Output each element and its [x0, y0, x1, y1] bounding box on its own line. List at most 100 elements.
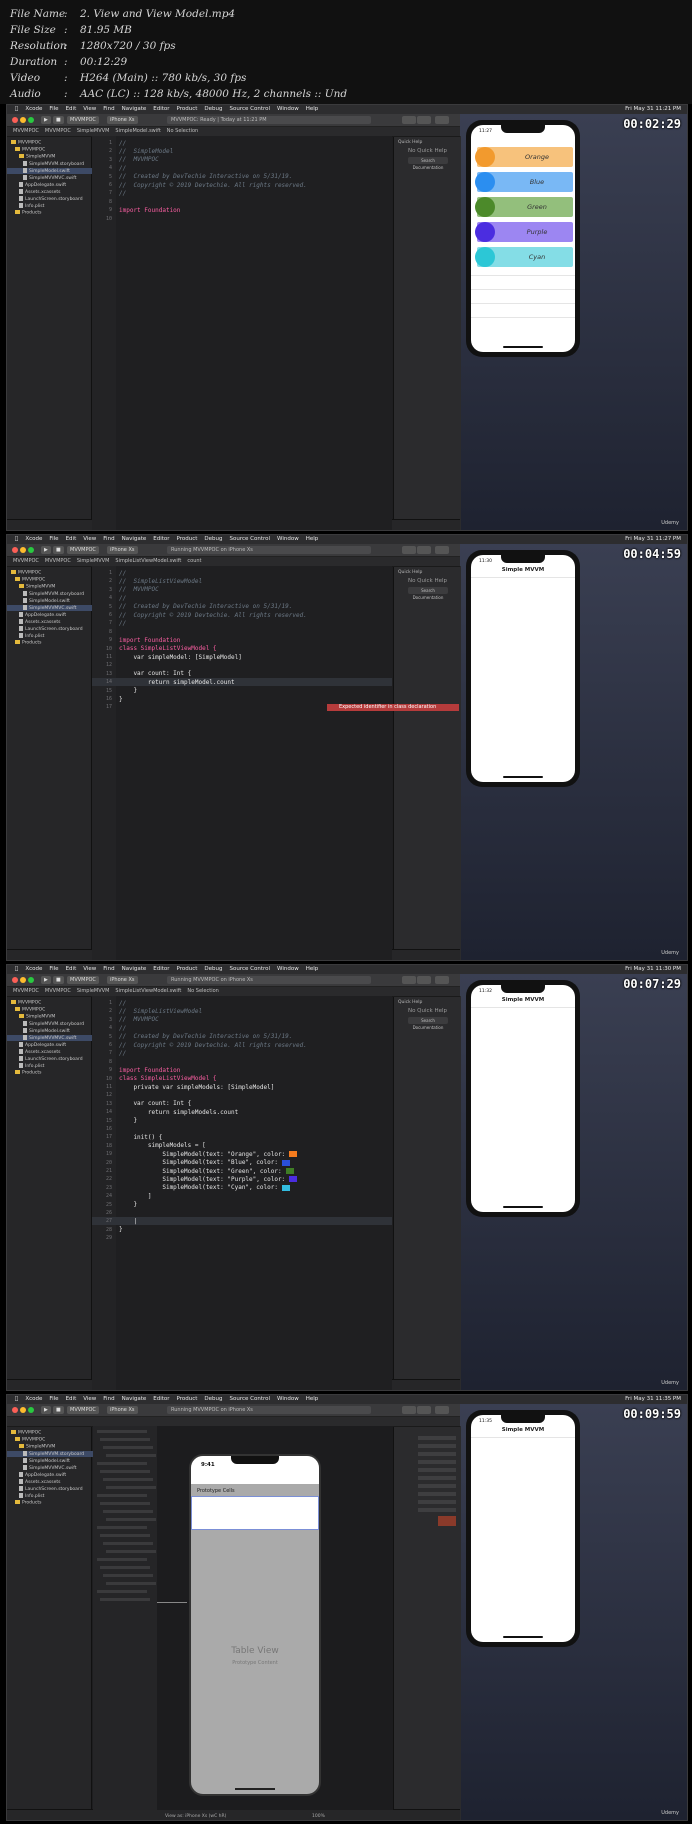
menu-item-navigate[interactable]: Navigate — [122, 1396, 147, 1402]
color-literal-swatch[interactable] — [281, 1159, 290, 1166]
run-button[interactable]: ▶ — [41, 116, 51, 124]
jump-bar-item[interactable]: MVVMPOC — [45, 558, 71, 564]
source-editor[interactable]: 1 // 2 // SimpleModel 3 // MVVMPOC 4 // 5 // Crea… — [92, 136, 392, 530]
jump-bar-item[interactable]: count — [187, 558, 201, 564]
navigator-file-item[interactable]: Assets.xcassets — [7, 189, 103, 195]
menu-item-find[interactable]: Find — [103, 966, 114, 972]
navigator-file-item[interactable]: Info.plist — [7, 633, 103, 639]
minimize-window-button[interactable] — [20, 1407, 26, 1413]
navigator-file-item[interactable]: MVVMPOC — [7, 140, 95, 146]
menu-item-view[interactable]: View — [83, 1396, 96, 1402]
menu-item-file[interactable]: File — [49, 966, 58, 972]
navigator-file-item[interactable]: Info.plist — [7, 203, 103, 209]
outline-item[interactable] — [100, 1566, 150, 1569]
menu-item-window[interactable]: Window — [277, 1396, 299, 1402]
navigator-file-item[interactable]: Info.plist — [7, 1063, 103, 1069]
device-selector[interactable]: iPhone Xs — [107, 1406, 138, 1414]
inspector-field[interactable] — [418, 1460, 456, 1464]
menu-item-file[interactable]: File — [49, 536, 58, 542]
menu-item-editor[interactable]: Editor — [153, 106, 169, 112]
navigator-file-item[interactable]: LaunchScreen.storyboard — [7, 1486, 103, 1492]
jump-bar-item[interactable]: No Selection — [187, 988, 218, 994]
outline-item[interactable] — [97, 1430, 147, 1433]
inspector-toggle-button[interactable] — [435, 116, 449, 124]
editor-mode-button[interactable] — [402, 976, 416, 984]
assistant-editor-button[interactable] — [417, 976, 431, 984]
storyboard-canvas[interactable]: 9:41 Prototype Cells Table View Prototype C… — [157, 1426, 393, 1810]
scheme-selector[interactable]: MVVMPOC — [67, 546, 99, 554]
navigator-file-item[interactable]: Products — [7, 210, 99, 216]
list-item[interactable]: Orange — [475, 147, 573, 167]
inspector-toggle-button[interactable] — [435, 1406, 449, 1414]
navigator-file-item[interactable]: MVVMPOC — [7, 1007, 99, 1013]
menu-item-xcode[interactable]: Xcode — [25, 106, 42, 112]
menu-item-find[interactable]: Find — [103, 106, 114, 112]
navigator-file-item[interactable]: LaunchScreen.storyboard — [7, 626, 103, 632]
menu-item-window[interactable]: Window — [277, 106, 299, 112]
zoom-window-button[interactable] — [28, 117, 34, 123]
navigator-file-item[interactable]: SimpleMVVM — [7, 1014, 103, 1020]
search-documentation-button[interactable]: Search Documentation — [408, 1017, 448, 1030]
outline-item[interactable] — [97, 1462, 147, 1465]
scheme-selector[interactable]: MVVMPOC — [67, 1406, 99, 1414]
navigator-file-item[interactable]: AppDelegate.swift — [7, 612, 103, 618]
editor-mode-button[interactable] — [402, 116, 416, 124]
outline-item[interactable] — [97, 1494, 147, 1497]
navigator-file-item[interactable]: SimpleMVVM.storyboard — [7, 1451, 107, 1457]
color-literal-swatch[interactable] — [281, 1184, 290, 1191]
menu-item-window[interactable]: Window — [277, 966, 299, 972]
jump-bar-item[interactable]: No Selection — [167, 128, 198, 134]
inspector-toggle-button[interactable] — [435, 546, 449, 554]
navigator-file-item[interactable]: Assets.xcassets — [7, 619, 103, 625]
menu-item-edit[interactable]: Edit — [66, 966, 77, 972]
source-editor[interactable]: 1 // 2 // SimpleListViewModel 3 // MVVMPOC 4 //… — [92, 566, 392, 960]
assistant-editor-button[interactable] — [417, 1406, 431, 1414]
apple-icon[interactable]:  — [15, 536, 18, 542]
menu-item-file[interactable]: File — [49, 106, 58, 112]
run-button[interactable]: ▶ — [41, 1406, 51, 1414]
prototype-cell[interactable] — [191, 1496, 319, 1530]
run-button[interactable]: ▶ — [41, 546, 51, 554]
view-controller-scene[interactable]: 9:41 Prototype Cells Table View Prototype C… — [189, 1454, 321, 1796]
menu-item-source-control[interactable]: Source Control — [230, 536, 271, 542]
jump-bar-item[interactable]: SimpleModel.swift — [115, 128, 160, 134]
menu-item-product[interactable]: Product — [177, 1396, 198, 1402]
navigator-file-item[interactable]: SimpleMVVMVC.swift — [7, 1465, 107, 1471]
menu-item-edit[interactable]: Edit — [66, 1396, 77, 1402]
minimize-window-button[interactable] — [20, 547, 26, 553]
menu-item-edit[interactable]: Edit — [66, 536, 77, 542]
jump-bar-item[interactable]: MVVMPOC — [45, 988, 71, 994]
menu-item-product[interactable]: Product — [177, 106, 198, 112]
apple-icon[interactable]:  — [15, 966, 18, 972]
inspector-toggle-button[interactable] — [435, 976, 449, 984]
assistant-editor-button[interactable] — [417, 116, 431, 124]
menu-item-help[interactable]: Help — [306, 966, 319, 972]
navigator-file-item[interactable]: MVVMPOC — [7, 147, 99, 153]
stop-button[interactable]: ■ — [53, 546, 64, 554]
run-button[interactable]: ▶ — [41, 976, 51, 984]
menu-item-file[interactable]: File — [49, 1396, 58, 1402]
navigator-file-item[interactable]: MVVMPOC — [7, 570, 95, 576]
jump-bar-item[interactable]: SimpleListViewModel.swift — [115, 558, 181, 564]
zoom-window-button[interactable] — [28, 1407, 34, 1413]
navigator-file-item[interactable]: Products — [7, 640, 99, 646]
navigator-file-item[interactable]: Assets.xcassets — [7, 1479, 103, 1485]
jump-bar-item[interactable]: MVVMPOC — [13, 558, 39, 564]
inspector-field[interactable] — [418, 1492, 456, 1496]
scheme-selector[interactable]: MVVMPOC — [67, 116, 99, 124]
menu-item-navigate[interactable]: Navigate — [122, 536, 147, 542]
jump-bar-item[interactable]: MVVMPOC — [45, 128, 71, 134]
menu-item-view[interactable]: View — [83, 106, 96, 112]
outline-item[interactable] — [106, 1486, 156, 1489]
navigator-file-item[interactable]: Products — [7, 1070, 99, 1076]
menu-item-editor[interactable]: Editor — [153, 536, 169, 542]
list-item[interactable]: Blue — [475, 172, 573, 192]
menu-item-product[interactable]: Product — [177, 536, 198, 542]
navigator-file-item[interactable]: LaunchScreen.storyboard — [7, 1056, 103, 1062]
close-window-button[interactable] — [12, 1407, 18, 1413]
navigator-file-item[interactable]: MVVMPOC — [7, 1430, 95, 1436]
menu-item-source-control[interactable]: Source Control — [230, 966, 271, 972]
navigator-file-item[interactable]: AppDelegate.swift — [7, 1472, 103, 1478]
menu-item-product[interactable]: Product — [177, 966, 198, 972]
outline-item[interactable] — [100, 1598, 150, 1601]
